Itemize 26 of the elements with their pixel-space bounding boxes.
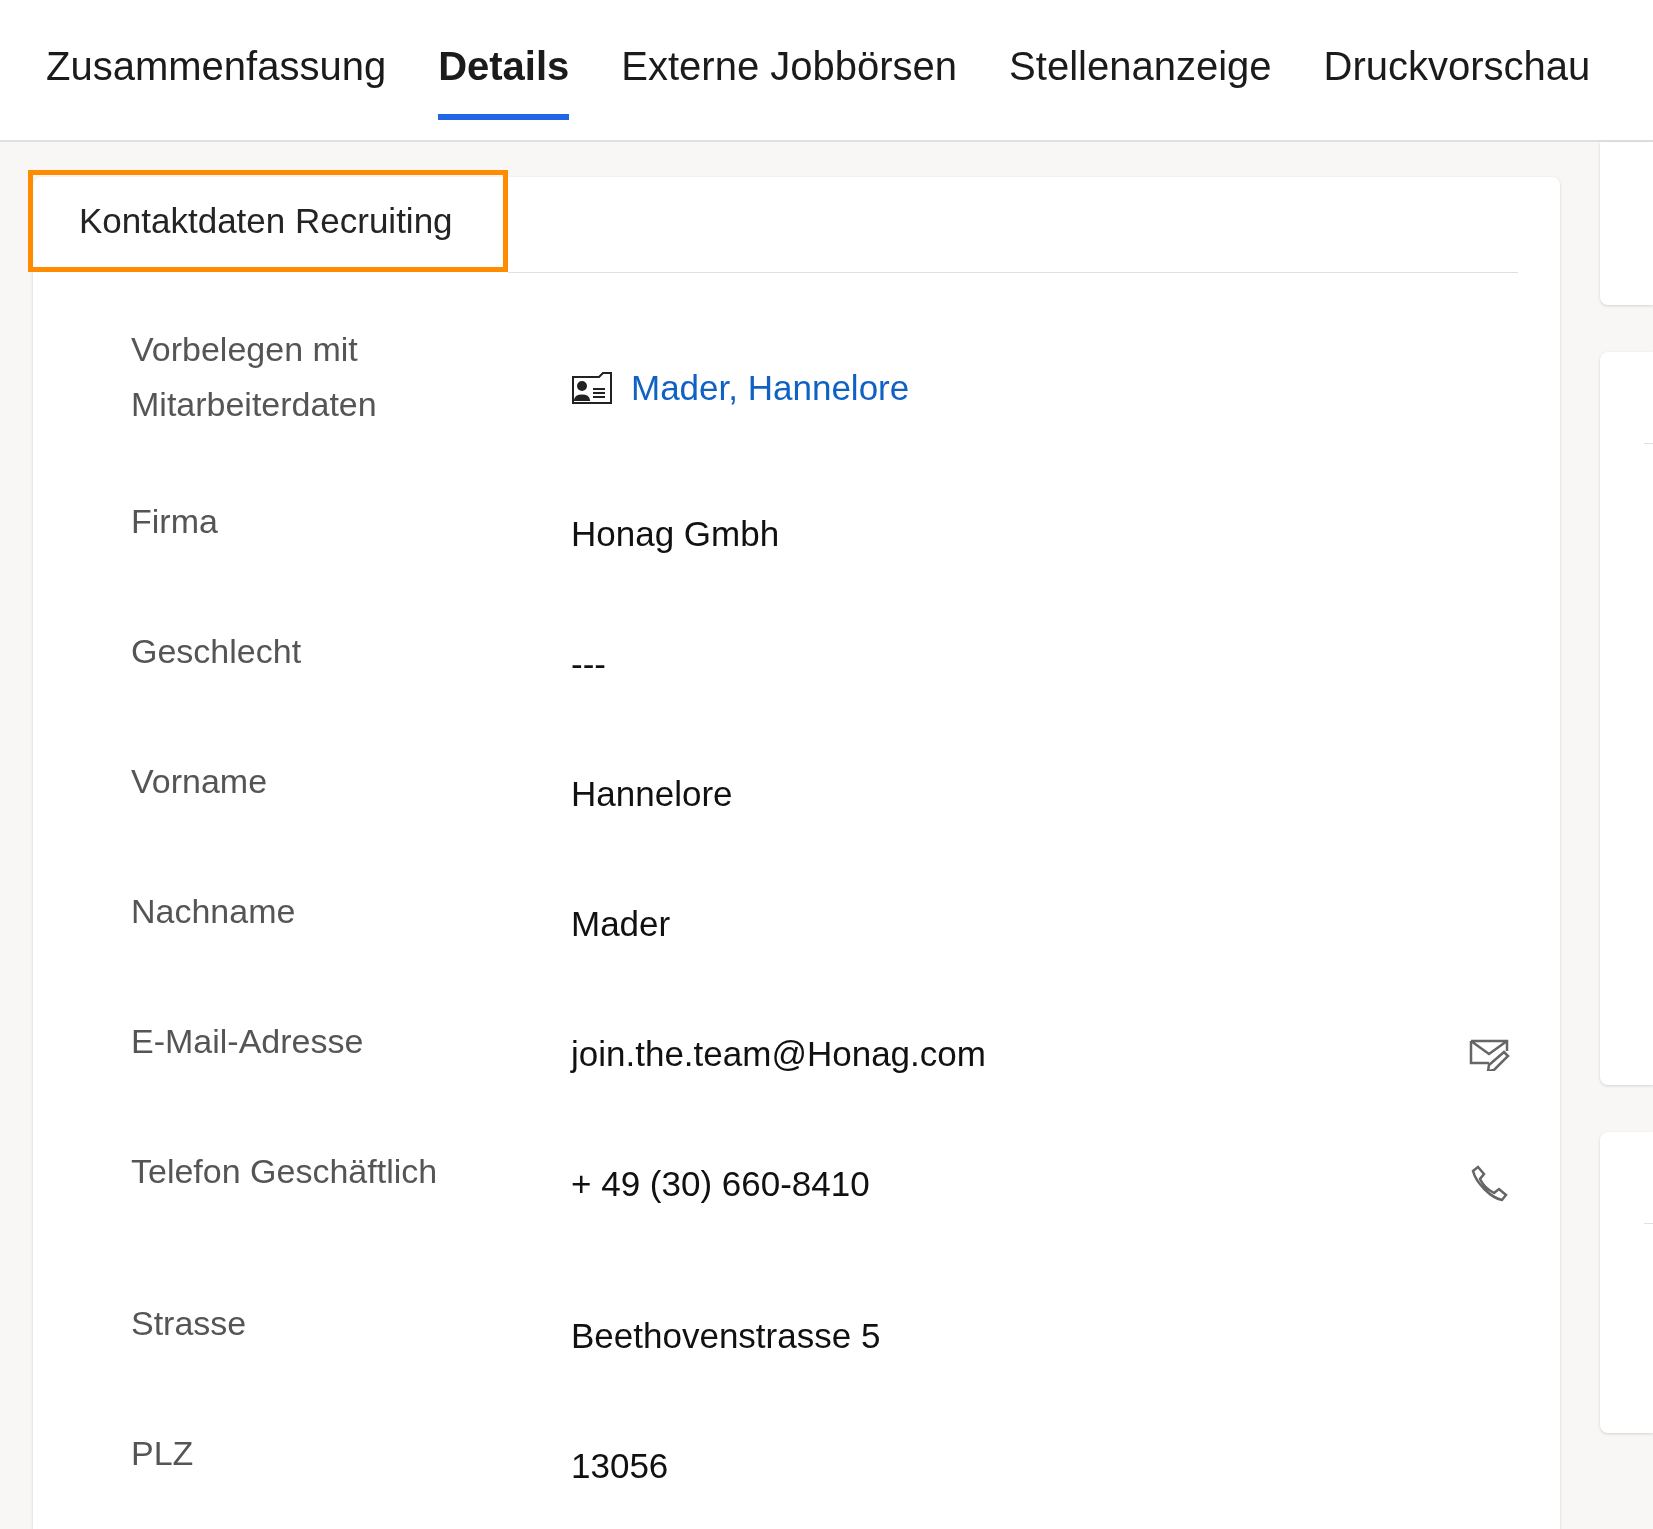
field-value: Mader (571, 903, 671, 945)
contact-card-icon (571, 371, 613, 405)
tab[interactable]: Details (438, 40, 570, 120)
field-label: Strasse (131, 1303, 248, 1344)
field-label: Vorname (131, 761, 269, 802)
field-value: Beethovenstrasse 5 (571, 1315, 881, 1357)
field-value: 13056 (571, 1445, 669, 1487)
phone-icon[interactable] (1470, 1163, 1510, 1204)
tab[interactable]: Druckvorschau (1323, 40, 1591, 120)
field-label: Nachname (131, 891, 297, 932)
field-label: Vorbelegen mit Mitarbeiterdaten (131, 329, 378, 425)
employee-link[interactable]: Mader, Hannelore (631, 361, 910, 415)
field-label: E-Mail-Adresse (131, 1021, 365, 1062)
tab[interactable]: Zusammenfassung (46, 40, 387, 120)
tab[interactable]: Stellenanzeige (1009, 40, 1272, 120)
tab[interactable]: Externe Jobbörsen (621, 40, 958, 120)
field-value: + 49 (30) 660-8410 (571, 1163, 870, 1205)
field-value: Honag Gmbh (571, 513, 780, 555)
field-value: Hannelore (571, 773, 733, 815)
field-label: Firma (131, 501, 219, 542)
field-value: join.the.team@Honag.com (571, 1033, 986, 1075)
field-label: Geschlecht (131, 631, 303, 672)
section-title: Kontaktdaten Recruiting (79, 199, 453, 242)
field-label: PLZ (131, 1433, 195, 1474)
field-value: --- (571, 643, 606, 685)
field-label: Telefon Geschäftlich (131, 1151, 439, 1192)
